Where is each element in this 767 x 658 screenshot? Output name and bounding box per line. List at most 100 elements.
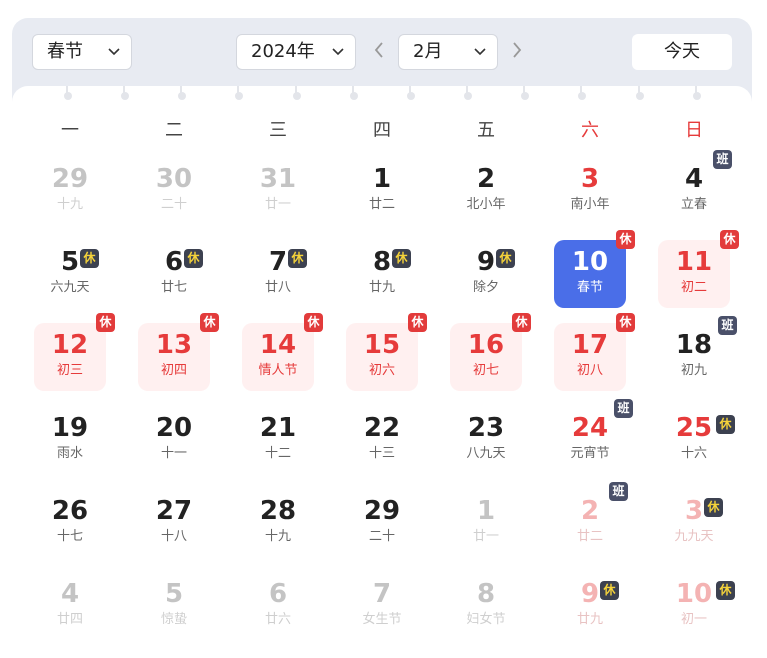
day-number: 2	[476, 164, 496, 194]
day-cell[interactable]: 8 妇女节	[434, 565, 538, 648]
month-select[interactable]: 2月	[398, 34, 498, 70]
day-cell[interactable]: 6 廿七 休	[122, 233, 226, 316]
lunar-date: 十九	[56, 197, 83, 212]
day-number: 1	[372, 164, 392, 194]
day-cell[interactable]: 25 十六休	[642, 399, 746, 482]
workday-badge: 班	[718, 316, 737, 335]
day-cell[interactable]: 4 立春 班	[642, 150, 746, 233]
ring-dot	[64, 86, 72, 102]
ring-dot	[521, 86, 529, 102]
day-number: 3	[580, 164, 600, 194]
day-cell[interactable]: 16 初七 休	[434, 313, 538, 399]
holiday-badge: 休	[616, 230, 635, 249]
today-button[interactable]: 今天	[632, 34, 732, 70]
lunar-date: 廿四	[56, 612, 83, 627]
lunar-date: 十三	[368, 446, 395, 461]
ring-dot	[178, 86, 186, 102]
day-cell[interactable]: 29 二十	[330, 482, 434, 565]
day-cell[interactable]: 27 十八	[122, 482, 226, 565]
holiday-badge: 休	[704, 498, 723, 517]
day-cell[interactable]: 19 雨水	[18, 399, 122, 482]
day-number: 12	[51, 330, 89, 360]
day-cell[interactable]: 11 初二 休	[642, 230, 746, 316]
lunar-date: 八九天	[466, 446, 506, 461]
day-cell[interactable]: 14 情人节 休	[226, 313, 330, 399]
year-select[interactable]: 2024年	[236, 34, 356, 70]
day-number: 13	[155, 330, 193, 360]
day-cell[interactable]: 31 廿一	[226, 150, 330, 233]
ring-dot	[464, 86, 472, 102]
holiday-badge: 休	[96, 313, 115, 332]
lunar-date: 初一	[680, 612, 707, 627]
lunar-date: 廿八	[264, 280, 291, 295]
day-cell[interactable]: 5 六九天 休	[18, 233, 122, 316]
holiday-badge: 休	[80, 249, 99, 268]
weekday-header: 一二三四五六日	[18, 116, 746, 142]
day-cell[interactable]: 23 八九天	[434, 399, 538, 482]
day-cell[interactable]: 29 十九	[18, 150, 122, 233]
holiday-select[interactable]: 春节	[32, 34, 132, 70]
day-number: 28	[259, 496, 297, 526]
lunar-date: 十一	[160, 446, 187, 461]
lunar-date: 廿六	[264, 612, 291, 627]
lunar-date: 女生节	[362, 612, 402, 627]
weekday-label: 三	[269, 120, 287, 141]
day-cell[interactable]: 5 惊蛰	[122, 565, 226, 648]
lunar-date: 十八	[160, 529, 187, 544]
day-number: 8	[372, 247, 392, 277]
day-grid: 29 十九 30 二十 31 廿一 1 廿二 2 北小年 3 南小年 4 立春班 5 六九天休 6 廿七休 7 廿八休…	[18, 150, 746, 658]
calendar-toolbar: 春节 2024年 2月 今天	[12, 18, 752, 86]
day-number: 5	[164, 579, 184, 609]
day-number: 10	[571, 247, 609, 277]
holiday-badge: 休	[720, 230, 739, 249]
holiday-badge: 休	[200, 313, 219, 332]
day-cell[interactable]: 12 初三 休	[18, 313, 122, 399]
holiday-badge: 休	[496, 249, 515, 268]
lunar-date: 春节	[576, 280, 603, 295]
day-cell[interactable]: 9 除夕 休	[434, 233, 538, 316]
prev-month-icon[interactable]	[372, 40, 386, 60]
day-cell[interactable]: 24 元宵节班	[538, 399, 642, 482]
ring-dot	[235, 86, 243, 102]
day-cell[interactable]: 21 十二	[226, 399, 330, 482]
day-number: 15	[363, 330, 401, 360]
day-cell[interactable]: 17 初八 休	[538, 313, 642, 399]
lunar-date: 廿一	[472, 529, 499, 544]
day-cell[interactable]: 20 十一	[122, 399, 226, 482]
holiday-badge: 休	[392, 249, 411, 268]
day-cell[interactable]: 1 廿二	[330, 150, 434, 233]
lunar-date: 十九	[264, 529, 291, 544]
lunar-date: 初六	[368, 363, 395, 378]
day-cell[interactable]: 15 初六 休	[330, 313, 434, 399]
day-cell[interactable]: 9 廿九 休	[538, 565, 642, 648]
day-cell[interactable]: 10 初一休	[642, 565, 746, 648]
holiday-badge: 休	[716, 415, 735, 434]
weekday-label: 六	[581, 120, 599, 141]
day-cell[interactable]: 13 初四 休	[122, 313, 226, 399]
day-cell[interactable]: 7 女生节	[330, 565, 434, 648]
day-cell[interactable]: 3 九九天 休	[642, 482, 746, 565]
day-cell[interactable]: 3 南小年	[538, 150, 642, 233]
year-select-value: 2024年	[251, 41, 315, 62]
workday-badge: 班	[614, 399, 633, 418]
day-cell[interactable]: 1 廿一	[434, 482, 538, 565]
day-cell[interactable]: 7 廿八 休	[226, 233, 330, 316]
day-cell[interactable]: 18 初九班	[642, 316, 746, 399]
weekday-label: 日	[685, 120, 703, 141]
day-cell[interactable]: 6 廿六	[226, 565, 330, 648]
day-cell[interactable]: 26 十七	[18, 482, 122, 565]
day-cell[interactable]: 2 北小年	[434, 150, 538, 233]
lunar-date: 二十	[160, 197, 187, 212]
day-cell[interactable]: 22 十三	[330, 399, 434, 482]
day-cell[interactable]: 4 廿四	[18, 565, 122, 648]
lunar-date: 北小年	[466, 197, 506, 212]
holiday-badge: 休	[304, 313, 323, 332]
next-month-icon[interactable]	[510, 40, 524, 60]
day-cell[interactable]: 28 十九	[226, 482, 330, 565]
ring-dot	[407, 86, 415, 102]
day-cell[interactable]: 2 廿二 班	[538, 482, 642, 565]
day-cell[interactable]: 30 二十	[122, 150, 226, 233]
chevron-down-icon	[108, 48, 120, 56]
day-cell[interactable]: 10 春节 休	[538, 230, 642, 316]
day-cell[interactable]: 8 廿九 休	[330, 233, 434, 316]
